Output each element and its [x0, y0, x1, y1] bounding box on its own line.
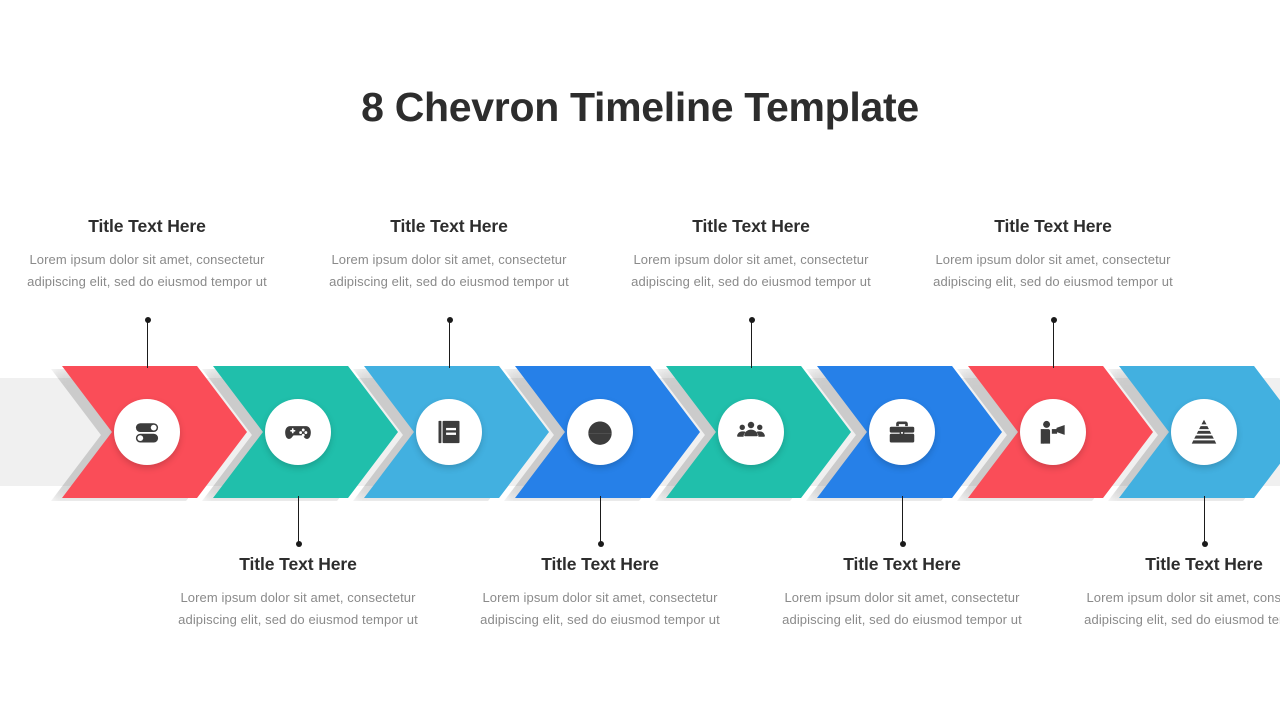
connector-dot-8: [1201, 541, 1208, 547]
step-body-6: Lorem ipsum dolor sit amet, consectetur …: [782, 590, 1022, 627]
text-block-8: Title Text Here Lorem ipsum dolor sit ame…: [1080, 554, 1280, 630]
connector-dot-2: [295, 541, 302, 547]
briefcase-icon: [888, 418, 916, 446]
gamepad-icon: [284, 418, 312, 446]
icon-badge-3[interactable]: [416, 399, 482, 465]
page-title: 8 Chevron Timeline Template: [361, 84, 919, 130]
connector-dot-1: [144, 317, 151, 323]
megaphone-person-icon: [1039, 418, 1067, 446]
connector-dot-3: [446, 317, 453, 323]
icon-badge-5[interactable]: [718, 399, 784, 465]
step-body-2: Lorem ipsum dolor sit amet, consectetur …: [178, 590, 418, 627]
text-block-6: Title Text Here Lorem ipsum dolor sit ame…: [778, 554, 1026, 630]
step-title-2: Title Text Here: [239, 554, 357, 574]
step-body-4: Lorem ipsum dolor sit amet, consectetur …: [480, 590, 720, 627]
connector-line-1: [144, 317, 151, 368]
connector-dot-6: [899, 541, 906, 547]
text-block-7: Title Text Here Lorem ipsum dolor sit ame…: [929, 216, 1177, 292]
connector-line-5: [748, 317, 755, 368]
step-body-5: Lorem ipsum dolor sit amet, consectetur …: [631, 252, 871, 289]
book-icon: [435, 418, 463, 446]
step-title-5: Title Text Here: [692, 216, 810, 236]
connector-line-4: [597, 496, 604, 547]
icon-badge-4[interactable]: [567, 399, 633, 465]
icon-badge-7[interactable]: [1020, 399, 1086, 465]
step-body-3: Lorem ipsum dolor sit amet, consectetur …: [329, 252, 569, 289]
text-block-5: Title Text Here Lorem ipsum dolor sit ame…: [627, 216, 875, 292]
chevron-timeline: [0, 366, 1280, 501]
text-block-2: Title Text Here Lorem ipsum dolor sit ame…: [174, 554, 422, 630]
icon-badge-8[interactable]: [1171, 399, 1237, 465]
icon-badge-1[interactable]: [114, 399, 180, 465]
step-title-7: Title Text Here: [994, 216, 1112, 236]
connector-line-7: [1050, 317, 1057, 368]
step-title-1: Title Text Here: [88, 216, 206, 236]
people-group-icon: [737, 418, 765, 446]
chevron-step-8[interactable]: [1108, 366, 1280, 501]
pie-chart-icon: [586, 418, 614, 446]
text-block-4: Title Text Here Lorem ipsum dolor sit ame…: [476, 554, 724, 630]
connector-line-8: [1201, 496, 1208, 547]
step-title-3: Title Text Here: [390, 216, 508, 236]
connector-line-2: [295, 496, 302, 547]
step-title-6: Title Text Here: [843, 554, 961, 574]
step-body-1: Lorem ipsum dolor sit amet, consectetur …: [27, 252, 267, 289]
pyramid-icon: [1190, 418, 1218, 446]
connector-dot-4: [597, 541, 604, 547]
step-body-7: Lorem ipsum dolor sit amet, consectetur …: [933, 252, 1173, 289]
connector-dot-5: [748, 317, 755, 323]
toggle-switches-icon: [133, 418, 161, 446]
text-block-3: Title Text Here Lorem ipsum dolor sit ame…: [325, 216, 573, 292]
icon-badge-2[interactable]: [265, 399, 331, 465]
connector-dot-7: [1050, 317, 1057, 323]
step-title-4: Title Text Here: [541, 554, 659, 574]
step-body-8: Lorem ipsum dolor sit amet, consectetur …: [1084, 590, 1280, 627]
connector-line-6: [899, 496, 906, 547]
icon-badge-6[interactable]: [869, 399, 935, 465]
step-title-8: Title Text Here: [1145, 554, 1263, 574]
text-block-1: Title Text Here Lorem ipsum dolor sit ame…: [23, 216, 271, 292]
connector-line-3: [446, 317, 453, 368]
